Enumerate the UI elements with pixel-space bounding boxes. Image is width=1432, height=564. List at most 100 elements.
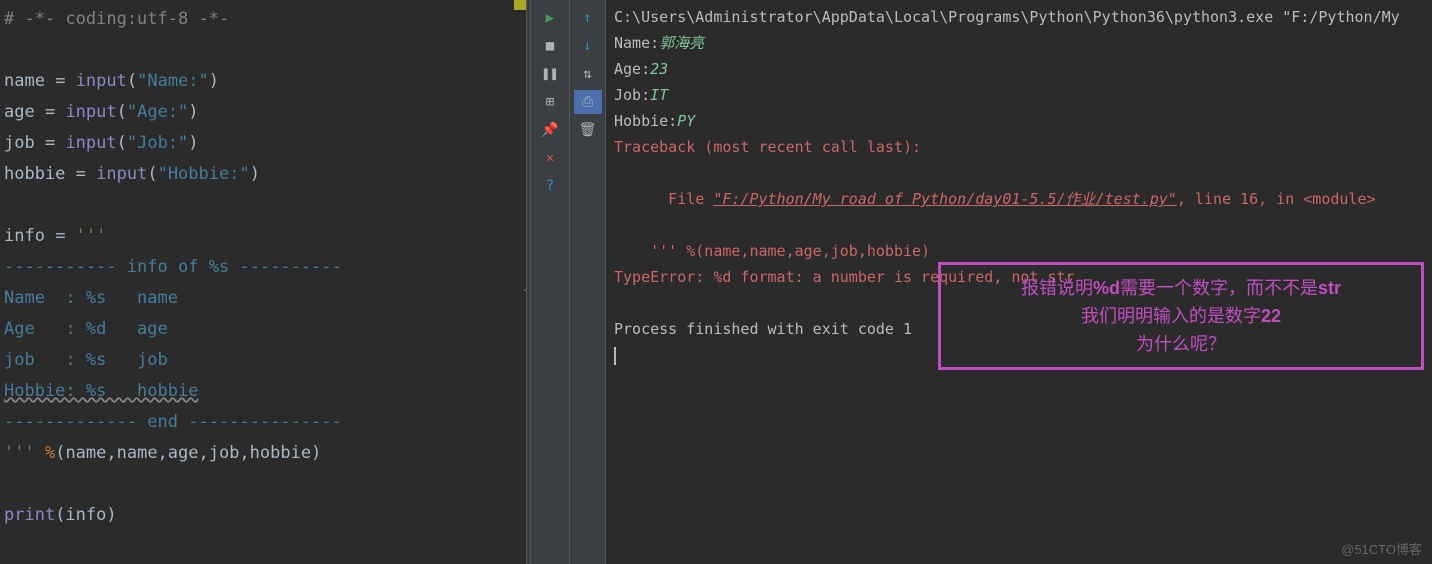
pause-icon[interactable]: ❚❚ [536,62,564,86]
layout-icon[interactable]: ⊞ [536,90,564,114]
console-toolbar-left: ▶ ■ ❚❚ ⊞ 📌 ✕? [530,0,570,564]
code-token: ( [117,133,127,153]
code-token: ----------- info of %s ---------- [4,257,342,277]
code-token: Name : %s name [4,288,178,308]
code-area[interactable]: # -*- coding:utf-8 -*- name = input("Nam… [4,4,526,531]
code-line[interactable]: Name : %s name [4,283,526,314]
run-icon[interactable]: ▶ [536,6,564,30]
code-line[interactable]: job = input("Job:") [4,128,526,159]
code-line[interactable]: Hobbie: %s hobbie [4,376,526,407]
code-token: hobbie [4,164,76,184]
wrap-icon[interactable]: ⇅ [574,62,602,86]
code-line[interactable]: Age : %d age [4,314,526,345]
code-token: = [76,164,96,184]
code-token: Age : %d age [4,319,168,339]
annotation-line-2: 我们明明输入的是数字22 [1081,302,1281,330]
stop-icon[interactable]: ■ [536,34,564,58]
code-token: ) [188,102,198,122]
code-token: (info) [55,505,116,525]
print-icon[interactable]: ⎙ [574,90,602,114]
trash-icon[interactable]: 🗑 [574,118,602,142]
file-prefix: File [650,190,713,208]
code-token: ) [250,164,260,184]
code-token: job [4,133,45,153]
code-token: name [4,71,55,91]
file-link[interactable]: "F:/Python/My road of Python/day01-5.5/作… [713,190,1176,208]
code-token: input [76,71,127,91]
code-line[interactable]: name = input("Name:") [4,66,526,97]
code-line[interactable]: info = ''' [4,221,526,252]
editor-pane[interactable]: # -*- coding:utf-8 -*- name = input("Nam… [0,0,526,564]
code-token: "Name:" [137,71,209,91]
watermark: @51CTO博客 [1341,539,1422,558]
editor-marker [514,0,526,10]
code-token: "Hobbie:" [158,164,250,184]
file-suffix: , line 16, in <module> [1177,190,1376,208]
code-line[interactable]: # -*- coding:utf-8 -*- [4,4,526,35]
code-token: = [55,226,75,246]
input-prompt: Age: [614,60,650,78]
code-token: ) [188,133,198,153]
console-input-line: Job:IT [614,82,1424,108]
help-icon[interactable]: ? [536,174,564,198]
code-line[interactable]: age = input("Age:") [4,97,526,128]
arrow-down-icon[interactable]: ↓ [574,34,602,58]
cursor [614,347,616,365]
code-token: (name,name,age,job,hobbie) [55,443,321,463]
console-input-line: Age:23 [614,56,1424,82]
code-line[interactable] [4,469,526,500]
console-input-line: Hobbie:PY [614,108,1424,134]
code-token: ------------- end --------------- [4,412,342,432]
code-token: job : %s job [4,350,168,370]
console-input-line: Name:郭海亮 [614,30,1424,56]
code-token: ''' [4,443,45,463]
code-line[interactable] [4,190,526,221]
pin-icon[interactable]: 📌 [536,118,564,142]
exec-command: C:\Users\Administrator\AppData\Local\Pro… [614,4,1424,30]
code-token: input [65,133,116,153]
annotation-line-3: 为什么呢？ [1136,330,1226,358]
splitter-caret[interactable]: — [524,282,526,298]
code-token: ( [127,71,137,91]
code-token: Hobbie: %s hobbie [4,381,198,401]
code-line[interactable] [4,35,526,66]
input-prompt: Name: [614,34,659,52]
code-line[interactable]: ''' %(name,name,age,job,hobbie) [4,438,526,469]
code-token: ( [147,164,157,184]
console-pane[interactable]: C:\Users\Administrator\AppData\Local\Pro… [606,0,1432,564]
code-token: info [4,226,55,246]
traceback-context: ''' %(name,name,age,job,hobbie) [614,238,1424,264]
input-value: 郭海亮 [659,34,704,52]
code-token: = [45,102,65,122]
traceback-header: Traceback (most recent call last): [614,134,1424,160]
input-value: PY [677,112,695,130]
code-token: ) [209,71,219,91]
code-line[interactable]: job : %s job [4,345,526,376]
code-token: ''' [76,226,107,246]
arrow-up-icon[interactable]: ↑ [574,6,602,30]
code-token: input [65,102,116,122]
code-line[interactable]: ------------- end --------------- [4,407,526,438]
code-line[interactable]: print(info) [4,500,526,531]
input-value: 23 [650,60,668,78]
annotation-line-1: 报错说明%d需要一个数字，而不不是str [1021,274,1341,302]
code-token: "Age:" [127,102,188,122]
close-icon[interactable]: ✕ [536,146,564,170]
code-token: print [4,505,55,525]
code-token: age [4,102,45,122]
code-line[interactable]: hobbie = input("Hobbie:") [4,159,526,190]
code-token: "Job:" [127,133,188,153]
input-prompt: Job: [614,86,650,104]
code-line[interactable]: ----------- info of %s ---------- [4,252,526,283]
console-toolbar-right: ↑ ↓ ⇅ ⎙ 🗑 [570,0,606,564]
input-value: IT [650,86,668,104]
code-token: = [45,133,65,153]
code-token: % [45,443,55,463]
code-token: input [96,164,147,184]
code-token: ( [117,102,127,122]
code-token: = [55,71,75,91]
code-token: # -*- coding:utf-8 -*- [4,9,229,29]
traceback-file: File "F:/Python/My road of Python/day01-… [614,160,1424,238]
input-prompt: Hobbie: [614,112,677,130]
annotation-callout: 报错说明%d需要一个数字，而不不是str 我们明明输入的是数字22 为什么呢？ [938,262,1424,370]
